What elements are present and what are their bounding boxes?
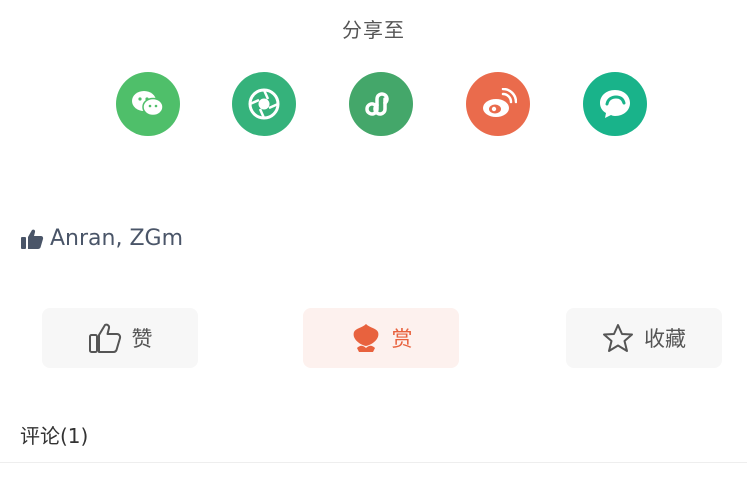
share-targets	[0, 72, 747, 136]
thumb-up-outline-icon	[88, 322, 122, 354]
weibo-icon	[483, 88, 517, 117]
share-mini-program-button[interactable]	[349, 72, 413, 136]
comments-header: 评论(1)	[20, 424, 89, 448]
moments-icon	[248, 88, 280, 120]
share-other-button[interactable]	[583, 72, 647, 136]
favorite-label: 收藏	[644, 327, 686, 351]
share-title: 分享至	[342, 18, 405, 42]
share-weibo-button[interactable]	[466, 72, 530, 136]
share-moments-button[interactable]	[232, 72, 296, 136]
thumb-up-filled-icon	[20, 228, 44, 250]
favorite-button[interactable]: 收藏	[566, 308, 722, 368]
divider	[0, 462, 747, 463]
reward-button[interactable]: 赏	[303, 308, 459, 368]
reward-icon	[350, 322, 382, 354]
like-label: 赞	[131, 327, 153, 351]
chat-bubble-icon	[600, 90, 630, 118]
mini-program-icon	[365, 92, 389, 116]
liked-by-users: Anran, ZGm	[50, 226, 183, 251]
liked-by-row: Anran, ZGm	[20, 226, 183, 251]
share-wechat-button[interactable]	[116, 72, 180, 136]
star-outline-icon	[602, 323, 634, 353]
like-button[interactable]: 赞	[42, 308, 198, 368]
wechat-icon	[132, 91, 164, 117]
reward-label: 赏	[391, 327, 413, 351]
